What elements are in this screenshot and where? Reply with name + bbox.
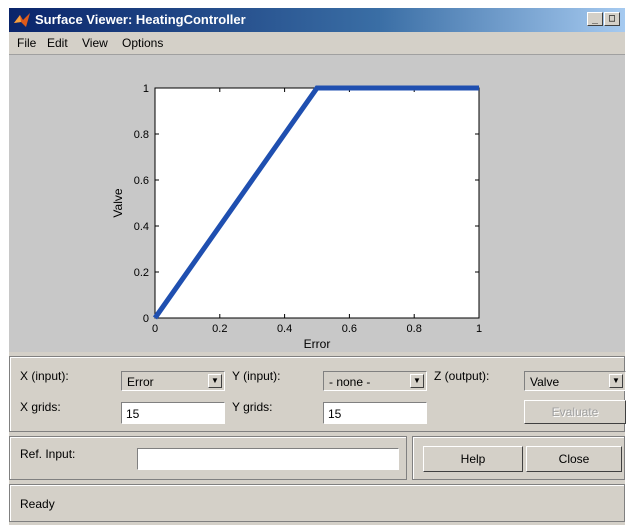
menu-options[interactable]: Options <box>122 36 163 50</box>
chevron-down-icon[interactable]: ▼ <box>208 374 222 388</box>
surface-viewer-window: Surface Viewer: HeatingController _ □ Fi… <box>9 8 626 525</box>
menu-file[interactable]: File <box>17 36 36 50</box>
ref-input-panel: Ref. Input: <box>9 436 407 480</box>
y-tick-label: 0 <box>143 313 149 325</box>
z-output-value: Valve <box>530 375 560 389</box>
axis-controls-panel: X (input): Error ▼ Y (input): - none - ▼… <box>9 356 626 432</box>
z-output-select[interactable]: Valve ▼ <box>524 371 626 391</box>
help-button-label: Help <box>460 452 486 466</box>
y-tick-label: 0.6 <box>134 175 149 187</box>
ref-input-field[interactable] <box>137 448 399 470</box>
evaluate-button[interactable]: Evaluate <box>524 400 626 424</box>
y-grids-label: Y grids: <box>232 400 273 414</box>
x-tick-label: 1 <box>476 323 482 335</box>
x-tick-label: 0.6 <box>342 323 357 335</box>
matlab-logo-icon <box>14 13 30 27</box>
x-input-value: Error <box>127 375 154 389</box>
y-tick-label: 0.4 <box>134 221 149 233</box>
x-tick-label: 0.8 <box>407 323 422 335</box>
plot-area: 0 0.2 0.4 0.6 0.8 1 0 0.2 0.4 0.6 0.8 1 Error Valve <box>9 55 625 352</box>
axes-box <box>154 87 480 319</box>
help-button[interactable]: Help <box>423 446 523 472</box>
menu-edit[interactable]: Edit <box>47 36 68 50</box>
y-input-label: Y (input): <box>232 369 281 383</box>
x-grids-input[interactable]: 15 <box>121 402 225 424</box>
x-tick-label: 0 <box>152 323 158 335</box>
chevron-down-icon[interactable]: ▼ <box>410 374 424 388</box>
ref-input-label: Ref. Input: <box>20 447 76 461</box>
x-input-label: X (input): <box>20 369 69 383</box>
x-input-select[interactable]: Error ▼ <box>121 371 225 391</box>
evaluate-button-label: Evaluate <box>551 405 599 419</box>
x-tick-label: 0.2 <box>212 323 227 335</box>
close-button[interactable]: Close <box>526 446 622 472</box>
x-axis-label: Error <box>304 337 331 351</box>
y-input-select[interactable]: - none - ▼ <box>323 371 427 391</box>
minimize-button[interactable]: _ <box>587 12 603 26</box>
surface-plot[interactable]: 0 0.2 0.4 0.6 0.8 1 0 0.2 0.4 0.6 0.8 1 Error Valve <box>9 55 625 352</box>
y-input-value: - none - <box>329 375 371 389</box>
title-bar[interactable]: Surface Viewer: HeatingController _ □ <box>9 8 625 32</box>
chevron-down-icon[interactable]: ▼ <box>609 374 623 388</box>
y-tick-label: 0.2 <box>134 267 149 279</box>
y-axis-label: Valve <box>111 188 125 217</box>
x-tick-label: 0.4 <box>277 323 292 335</box>
menu-view[interactable]: View <box>82 36 108 50</box>
z-output-label: Z (output): <box>434 369 490 383</box>
y-grids-input[interactable]: 15 <box>323 402 427 424</box>
maximize-button[interactable]: □ <box>604 12 620 26</box>
close-button-label: Close <box>558 452 590 466</box>
button-panel: Help Close <box>412 436 625 480</box>
y-tick-label: 0.8 <box>134 129 149 141</box>
status-panel: Ready <box>9 484 625 522</box>
y-tick-label: 1 <box>143 83 149 95</box>
status-text: Ready <box>20 497 55 511</box>
menu-bar: File Edit View Options <box>9 32 625 55</box>
window-title: Surface Viewer: HeatingController <box>35 12 246 27</box>
x-grids-label: X grids: <box>20 400 61 414</box>
